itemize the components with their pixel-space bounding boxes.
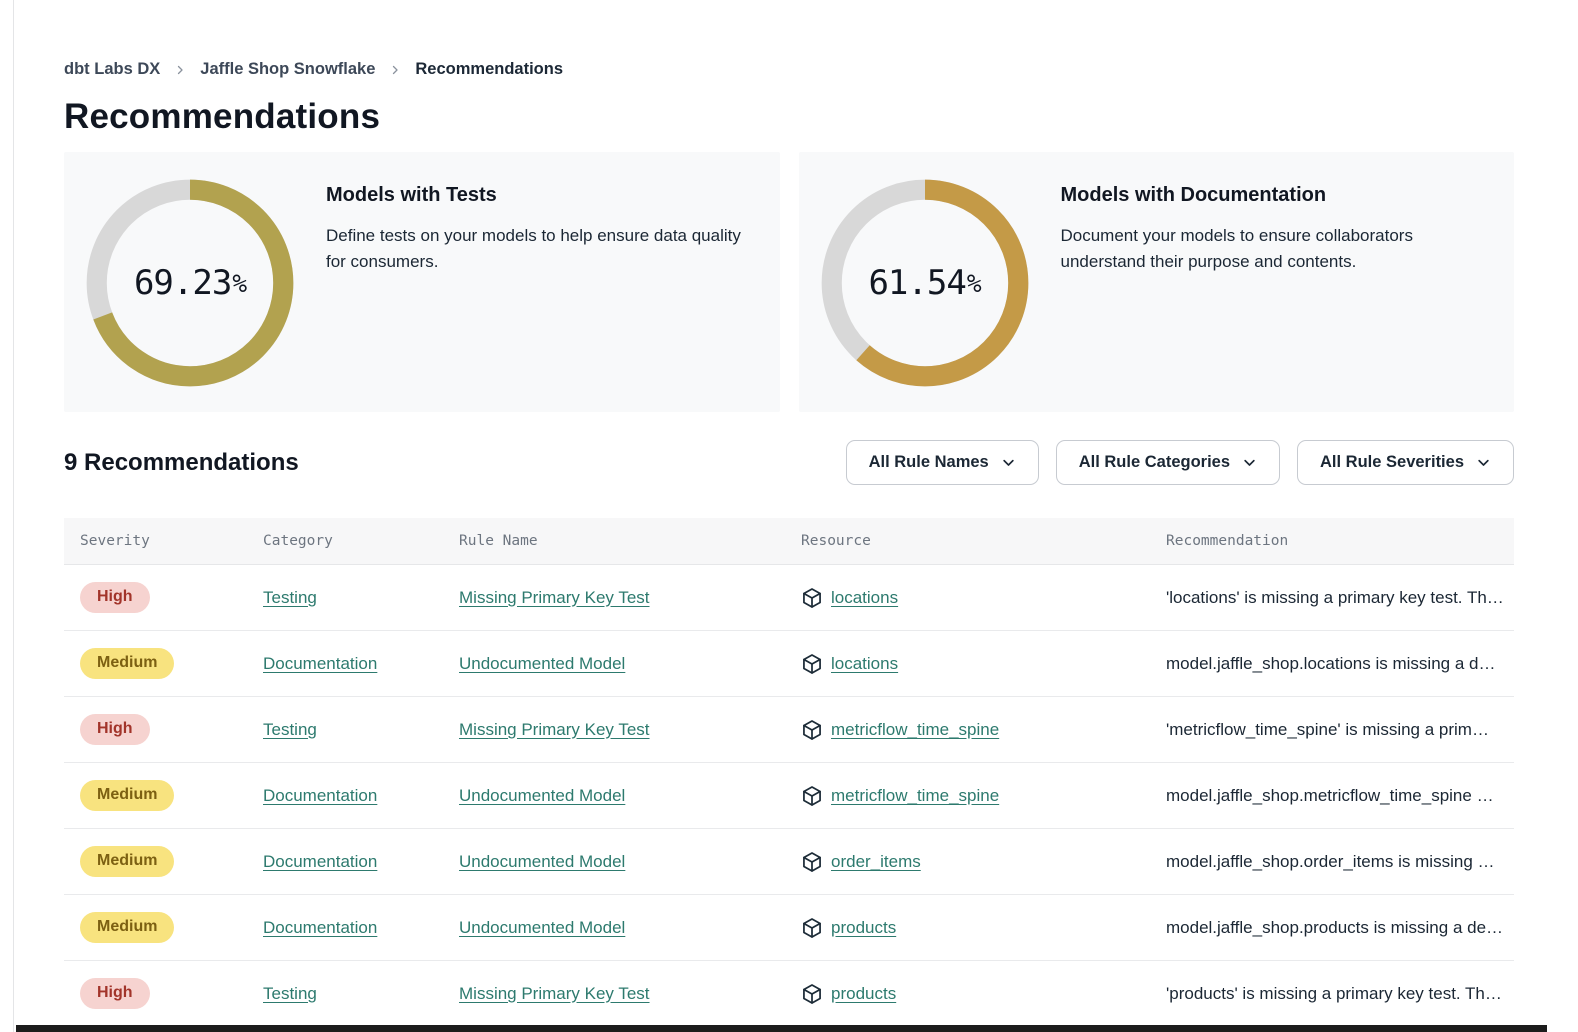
rule-name-link[interactable]: Missing Primary Key Test: [459, 720, 650, 739]
table-row: High Testing Missing Primary Key Test metri…: [64, 697, 1514, 763]
breadcrumb-current: Recommendations: [415, 60, 563, 79]
column-header-resource: Resource: [801, 533, 1166, 549]
severity-badge: High: [80, 582, 150, 613]
rule-name-link[interactable]: Missing Primary Key Test: [459, 588, 650, 607]
severity-badge: High: [80, 714, 150, 745]
card-title: Models with Tests: [326, 184, 756, 207]
category-link[interactable]: Testing: [263, 588, 317, 607]
resource-link[interactable]: metricflow_time_spine: [831, 786, 999, 806]
category-link[interactable]: Documentation: [263, 918, 377, 937]
chevron-down-icon: [1001, 455, 1016, 470]
resource-link[interactable]: metricflow_time_spine: [831, 720, 999, 740]
severity-badge: Medium: [80, 846, 174, 877]
documentation-donut-chart: 61.54%: [819, 177, 1031, 389]
rule-categories-filter-dropdown[interactable]: All Rule Categories: [1056, 440, 1280, 485]
table-row: Medium Documentation Undocumented Model met…: [64, 763, 1514, 829]
rule-name-link[interactable]: Missing Primary Key Test: [459, 984, 650, 1003]
resource-link[interactable]: locations: [831, 588, 898, 608]
recommendation-text: 'metricflow_time_spine' is missing a pri…: [1166, 720, 1514, 740]
page-title: Recommendations: [64, 97, 1514, 137]
column-header-category: Category: [263, 533, 459, 549]
recommendations-count: 9 Recommendations: [64, 449, 299, 477]
category-link[interactable]: Testing: [263, 720, 317, 739]
table-row: High Testing Missing Primary Key Test locat…: [64, 565, 1514, 631]
cube-icon: [801, 587, 823, 609]
breadcrumb-environment[interactable]: Jaffle Shop Snowflake: [200, 60, 375, 79]
recommendation-text: 'locations' is missing a primary key tes…: [1166, 588, 1514, 608]
table-header-row: Severity Category Rule Name Resource Rec…: [64, 518, 1514, 565]
table-row: Medium Documentation Undocumented Model loc…: [64, 631, 1514, 697]
card-models-with-tests: 69.23% Models with Tests Define tests on…: [64, 152, 780, 412]
cube-icon: [801, 719, 823, 741]
table-row: Medium Documentation Undocumented Model pro…: [64, 895, 1514, 961]
metric-cards: 69.23% Models with Tests Define tests on…: [64, 152, 1514, 412]
breadcrumb-project[interactable]: dbt Labs DX: [64, 60, 160, 79]
category-link[interactable]: Documentation: [263, 786, 377, 805]
cube-icon: [801, 917, 823, 939]
rule-name-link[interactable]: Undocumented Model: [459, 852, 625, 871]
table-row: High Testing Missing Primary Key Test produ…: [64, 961, 1514, 1027]
recommendation-text: model.jaffle_shop.metricflow_time_spine …: [1166, 786, 1514, 806]
cube-icon: [801, 785, 823, 807]
recommendation-text: model.jaffle_shop.order_items is missing…: [1166, 852, 1514, 872]
rule-name-link[interactable]: Undocumented Model: [459, 654, 625, 673]
chevron-right-icon: [389, 64, 401, 76]
tests-donut-chart: 69.23%: [84, 177, 296, 389]
resource-link[interactable]: products: [831, 918, 896, 938]
cube-icon: [801, 653, 823, 675]
card-description: Define tests on your models to help ensu…: [326, 223, 756, 276]
card-models-with-documentation: 61.54% Models with Documentation Documen…: [799, 152, 1515, 412]
chevron-right-icon: [174, 64, 186, 76]
card-description: Document your models to ensure collabora…: [1061, 223, 1491, 276]
severity-badge: High: [80, 978, 150, 1009]
rule-severities-filter-dropdown[interactable]: All Rule Severities: [1297, 440, 1514, 485]
rule-names-filter-dropdown[interactable]: All Rule Names: [846, 440, 1039, 485]
recommendations-page: dbt Labs DX Jaffle Shop Snowflake Recomm…: [64, 0, 1514, 1027]
table-row: Medium Documentation Undocumented Model ord…: [64, 829, 1514, 895]
documentation-percentage: 61.54%: [819, 177, 1031, 389]
resource-link[interactable]: order_items: [831, 852, 921, 872]
chevron-down-icon: [1476, 455, 1491, 470]
rule-name-link[interactable]: Undocumented Model: [459, 918, 625, 937]
column-header-recommendation: Recommendation: [1166, 533, 1514, 549]
recommendation-text: model.jaffle_shop.locations is missing a…: [1166, 654, 1514, 674]
resource-link[interactable]: locations: [831, 654, 898, 674]
breadcrumb: dbt Labs DX Jaffle Shop Snowflake Recomm…: [64, 60, 1514, 79]
filter-group: All Rule Names All Rule Categories All R…: [846, 440, 1514, 485]
cube-icon: [801, 983, 823, 1005]
column-header-severity: Severity: [80, 533, 263, 549]
category-link[interactable]: Documentation: [263, 654, 377, 673]
recommendations-table: Severity Category Rule Name Resource Rec…: [64, 518, 1514, 1027]
category-link[interactable]: Testing: [263, 984, 317, 1003]
tests-percentage: 69.23%: [84, 177, 296, 389]
severity-badge: Medium: [80, 912, 174, 943]
card-title: Models with Documentation: [1061, 184, 1491, 207]
recommendation-text: 'products' is missing a primary key test…: [1166, 984, 1514, 1004]
list-toolbar: 9 Recommendations All Rule Names All Rul…: [64, 440, 1514, 485]
rule-name-link[interactable]: Undocumented Model: [459, 786, 625, 805]
chevron-down-icon: [1242, 455, 1257, 470]
table-body: High Testing Missing Primary Key Test locat…: [64, 565, 1514, 1027]
severity-badge: Medium: [80, 648, 174, 679]
resource-link[interactable]: products: [831, 984, 896, 1004]
severity-badge: Medium: [80, 780, 174, 811]
category-link[interactable]: Documentation: [263, 852, 377, 871]
recommendation-text: model.jaffle_shop.products is missing a …: [1166, 918, 1514, 938]
sidebar-edge-divider: [13, 0, 14, 1032]
cube-icon: [801, 851, 823, 873]
column-header-rule-name: Rule Name: [459, 533, 801, 549]
horizontal-scrollbar[interactable]: [16, 1025, 1547, 1032]
